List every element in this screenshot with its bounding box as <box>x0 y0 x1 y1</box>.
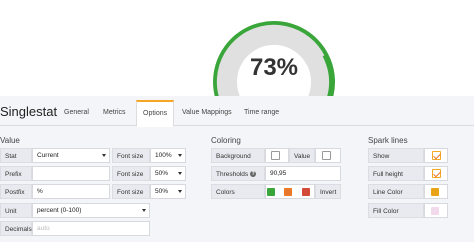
thresholds-label: Thresholds? <box>211 166 265 181</box>
spark-fill-color-swatch[interactable] <box>431 207 439 215</box>
font-size-value-1: 100% <box>155 152 172 159</box>
chevron-down-icon <box>178 154 182 157</box>
thresholds-input[interactable]: 90,95 <box>265 166 341 181</box>
spark-show-label: Show <box>368 148 424 163</box>
prefix-input[interactable] <box>32 166 110 181</box>
stat-select[interactable]: Current <box>32 148 110 163</box>
chevron-down-icon <box>142 209 146 212</box>
thresholds-label-text: Thresholds <box>216 171 249 178</box>
color-swatch-warning[interactable] <box>284 188 292 196</box>
colors-label: Colors <box>211 184 265 199</box>
decimals-input[interactable]: auto <box>32 221 150 236</box>
spark-line-color-label: Line Color <box>368 184 424 199</box>
chevron-down-icon <box>178 190 182 193</box>
postfix-input[interactable]: % <box>32 184 110 199</box>
stat-select-value: Current <box>37 152 59 159</box>
tab-options[interactable]: Options <box>136 100 175 127</box>
value-color-label: Value <box>289 148 315 163</box>
panel-type-title: Singlestat <box>0 104 58 119</box>
spark-fill-color-label: Fill Color <box>368 203 424 218</box>
font-size-value-2: 50% <box>155 170 169 177</box>
font-size-value-3: 50% <box>155 188 169 195</box>
value-checkbox[interactable] <box>322 151 331 160</box>
tab-value-mappings[interactable]: Value Mappings <box>176 100 238 126</box>
spark-line-color-swatch[interactable] <box>431 188 439 196</box>
gauge-value: 73% <box>249 54 299 81</box>
value-section-title: Value <box>0 136 20 145</box>
unit-label: Unit <box>0 203 32 218</box>
prefix-label: Prefix <box>0 166 32 181</box>
coloring-section-title: Coloring <box>211 136 241 145</box>
stat-label: Stat <box>0 148 32 163</box>
unit-select-value: percent (0-100) <box>37 207 82 214</box>
background-checkbox[interactable] <box>271 151 280 160</box>
unit-select[interactable]: percent (0-100) <box>32 203 150 218</box>
postfix-label: Postfix <box>0 184 32 199</box>
tab-general[interactable]: General <box>58 100 95 126</box>
font-size-select-3[interactable]: 50% <box>150 184 186 199</box>
spark-full-height-label: Full height <box>368 166 424 181</box>
color-swatch-ok[interactable] <box>267 188 275 196</box>
tab-time-range[interactable]: Time range <box>238 100 285 126</box>
font-size-label-2: Font size <box>112 166 150 181</box>
background-label: Background <box>211 148 265 163</box>
invert-button[interactable]: Invert <box>315 184 341 199</box>
tab-metrics[interactable]: Metrics <box>97 100 132 126</box>
info-icon[interactable]: ? <box>250 171 257 178</box>
font-size-select-1[interactable]: 100% <box>150 148 186 163</box>
font-size-label-3: Font size <box>112 184 150 199</box>
chevron-down-icon <box>102 154 106 157</box>
color-swatch-critical[interactable] <box>302 188 310 196</box>
panel-preview: 73% <box>0 0 474 96</box>
decimals-label: Decimals <box>0 221 32 236</box>
font-size-label-1: Font size <box>112 148 150 163</box>
font-size-select-2[interactable]: 50% <box>150 166 186 181</box>
spark-lines-section-title: Spark lines <box>368 136 408 145</box>
spark-show-checkbox[interactable] <box>432 151 441 160</box>
spark-full-height-checkbox[interactable] <box>432 169 441 178</box>
chevron-down-icon <box>178 172 182 175</box>
